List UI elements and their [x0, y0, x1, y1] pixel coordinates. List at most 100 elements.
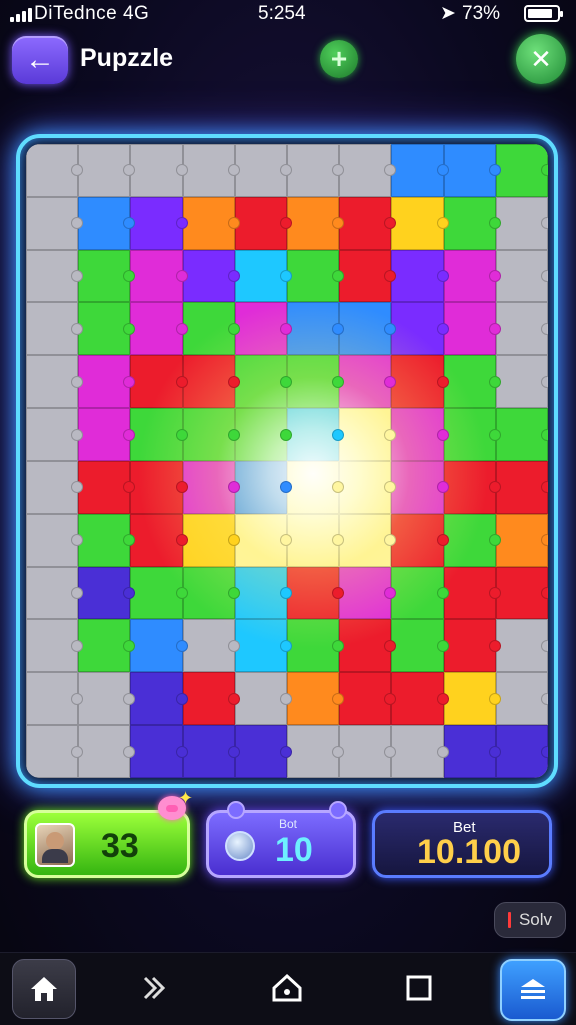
nav-home-button[interactable] — [12, 959, 76, 1019]
puzzle-piece[interactable] — [26, 408, 84, 461]
nav-forward-button[interactable] — [124, 959, 186, 1017]
puzzle-piece[interactable] — [182, 725, 241, 778]
puzzle-piece[interactable] — [130, 460, 188, 514]
puzzle-piece[interactable] — [182, 302, 241, 356]
puzzle-piece[interactable] — [339, 249, 397, 303]
puzzle-piece[interactable] — [287, 619, 345, 673]
puzzle-piece[interactable] — [130, 196, 188, 250]
puzzle-piece[interactable] — [78, 460, 136, 514]
puzzle-piece[interactable] — [495, 672, 548, 726]
puzzle-piece[interactable] — [495, 302, 548, 356]
puzzle-piece[interactable] — [391, 355, 449, 409]
puzzle-piece[interactable] — [443, 672, 502, 726]
puzzle-piece[interactable] — [339, 196, 397, 250]
puzzle-piece[interactable] — [26, 460, 84, 514]
puzzle-piece[interactable] — [182, 144, 241, 197]
puzzle-piece[interactable] — [182, 249, 241, 303]
puzzle-piece[interactable] — [78, 196, 136, 250]
puzzle-piece[interactable] — [78, 725, 136, 778]
puzzle-piece[interactable] — [130, 302, 188, 356]
puzzle-piece[interactable] — [339, 408, 397, 461]
puzzle-piece[interactable] — [234, 672, 293, 726]
puzzle-piece[interactable] — [339, 619, 397, 673]
puzzle-piece[interactable] — [391, 619, 449, 673]
puzzle-piece[interactable] — [130, 144, 188, 197]
puzzle-piece[interactable] — [391, 725, 449, 778]
puzzle-piece[interactable] — [26, 725, 84, 778]
puzzle-piece[interactable] — [78, 302, 136, 356]
puzzle-piece[interactable] — [182, 355, 241, 409]
puzzle-piece[interactable] — [391, 302, 449, 356]
puzzle-piece[interactable] — [78, 249, 136, 303]
puzzle-piece[interactable] — [234, 460, 293, 514]
puzzle-piece[interactable] — [443, 196, 502, 250]
puzzle-piece[interactable] — [287, 249, 345, 303]
puzzle-piece[interactable] — [495, 460, 548, 514]
puzzle-piece[interactable] — [391, 566, 449, 620]
puzzle-piece[interactable] — [495, 408, 548, 461]
puzzle-piece[interactable] — [391, 672, 449, 726]
puzzle-piece[interactable] — [26, 249, 84, 303]
puzzle-piece[interactable] — [234, 355, 293, 409]
puzzle-piece[interactable] — [443, 725, 502, 778]
puzzle-piece[interactable] — [78, 355, 136, 409]
puzzle-piece[interactable] — [287, 302, 345, 356]
puzzle-piece[interactable] — [495, 355, 548, 409]
puzzle-piece[interactable] — [26, 355, 84, 409]
puzzle-piece[interactable] — [339, 302, 397, 356]
puzzle-piece[interactable] — [495, 196, 548, 250]
puzzle-piece[interactable] — [495, 249, 548, 303]
puzzle-piece[interactable] — [443, 408, 502, 461]
puzzle-piece[interactable] — [234, 408, 293, 461]
puzzle-piece[interactable] — [182, 513, 241, 567]
puzzle-piece[interactable] — [130, 408, 188, 461]
puzzle-piece[interactable] — [339, 460, 397, 514]
puzzle-piece[interactable] — [287, 725, 345, 778]
puzzle-piece[interactable] — [234, 196, 293, 250]
back-button[interactable]: ← — [12, 36, 68, 84]
puzzle-piece[interactable] — [287, 460, 345, 514]
puzzle-piece[interactable] — [130, 619, 188, 673]
add-button[interactable]: + — [320, 40, 358, 78]
puzzle-piece[interactable] — [287, 355, 345, 409]
puzzle-piece[interactable] — [443, 144, 502, 197]
puzzle-piece[interactable] — [182, 196, 241, 250]
puzzle-piece[interactable] — [130, 355, 188, 409]
puzzle-piece[interactable] — [391, 513, 449, 567]
puzzle-piece[interactable] — [495, 513, 548, 567]
puzzle-piece[interactable] — [182, 566, 241, 620]
puzzle-piece[interactable] — [130, 725, 188, 778]
puzzle-piece[interactable] — [391, 144, 449, 197]
puzzle-piece[interactable] — [26, 302, 84, 356]
puzzle-piece[interactable] — [339, 355, 397, 409]
puzzle-piece[interactable] — [26, 144, 84, 197]
puzzle-piece[interactable] — [339, 566, 397, 620]
puzzle-piece[interactable] — [495, 619, 548, 673]
puzzle-piece[interactable] — [26, 513, 84, 567]
nav-house-button[interactable] — [256, 959, 318, 1017]
puzzle-piece[interactable] — [234, 566, 293, 620]
puzzle-piece[interactable] — [443, 302, 502, 356]
puzzle-piece[interactable] — [339, 513, 397, 567]
puzzle-piece[interactable] — [182, 672, 241, 726]
puzzle-piece[interactable] — [234, 619, 293, 673]
puzzle-piece[interactable] — [443, 355, 502, 409]
puzzle-piece[interactable] — [287, 196, 345, 250]
puzzle-piece[interactable] — [26, 566, 84, 620]
puzzle-piece[interactable] — [495, 725, 548, 778]
puzzle-piece[interactable] — [234, 249, 293, 303]
puzzle-piece[interactable] — [443, 249, 502, 303]
puzzle-piece[interactable] — [182, 619, 241, 673]
puzzle-board[interactable] — [26, 144, 548, 778]
puzzle-piece[interactable] — [182, 408, 241, 461]
puzzle-piece[interactable] — [78, 408, 136, 461]
puzzle-piece[interactable] — [130, 672, 188, 726]
puzzle-piece[interactable] — [339, 672, 397, 726]
puzzle-piece[interactable] — [234, 302, 293, 356]
close-button[interactable]: ✕ — [516, 34, 566, 84]
puzzle-piece[interactable] — [182, 460, 241, 514]
puzzle-piece[interactable] — [443, 513, 502, 567]
puzzle-piece[interactable] — [78, 566, 136, 620]
puzzle-piece[interactable] — [287, 408, 345, 461]
puzzle-piece[interactable] — [495, 566, 548, 620]
